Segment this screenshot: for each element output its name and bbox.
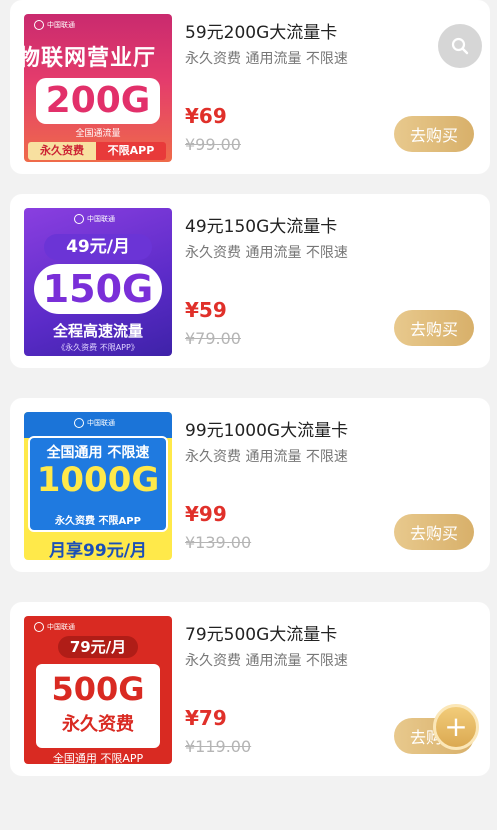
- product-title[interactable]: 99元1000G大流量卡: [185, 416, 348, 441]
- buy-button[interactable]: 去购买: [394, 116, 474, 152]
- product-title[interactable]: 59元200G大流量卡: [185, 18, 337, 43]
- product-image[interactable]: 中国联通 49元/月 150G 全程高速流量 《永久资费 不限APP》: [24, 208, 172, 356]
- buy-button[interactable]: 去购买: [394, 514, 474, 550]
- product-price: ¥99: [185, 502, 227, 526]
- product-description: 永久资费 通用流量 不限速: [185, 245, 348, 261]
- product-card[interactable]: 中国联通 49元/月 150G 全程高速流量 《永久资费 不限APP》 49元1…: [10, 194, 490, 368]
- thumb-data-amount: 1000G: [36, 460, 160, 500]
- thumb-subtitle: 永久资费: [62, 714, 134, 735]
- unicom-logo: 中国联通: [34, 20, 75, 30]
- product-image[interactable]: 中国联通 全国通用 不限速 1000G 永久资费 不限APP 月享99元/月: [24, 412, 172, 560]
- product-title[interactable]: 79元500G大流量卡: [185, 620, 337, 645]
- unicom-logo: 中国联通: [34, 622, 75, 632]
- search-icon: [451, 37, 469, 55]
- thumb-monthly-price: 49元/月: [44, 234, 152, 260]
- original-price: ¥79.00: [185, 329, 241, 348]
- thumb-note: 《永久资费 不限APP》: [57, 343, 139, 352]
- add-button[interactable]: +: [433, 704, 479, 750]
- thumb-line1: 全国通用 不限速: [46, 445, 150, 461]
- thumb-tag-left: 永久资费: [28, 142, 96, 160]
- original-price: ¥139.00: [185, 533, 252, 552]
- product-title[interactable]: 49元150G大流量卡: [185, 212, 337, 237]
- thumb-monthly-price: 79元/月: [58, 636, 138, 658]
- product-list: 中国联通 物联网营业厅 200G 全国通流量 永久资费 不限APP 59元200…: [0, 0, 497, 830]
- thumb-footer: 全国通用 不限APP: [52, 752, 144, 764]
- unicom-logo: 中国联通: [74, 214, 115, 224]
- product-price: ¥69: [185, 104, 227, 128]
- product-description: 永久资费 通用流量 不限速: [185, 653, 348, 669]
- thumb-data-amount: 200G: [36, 78, 160, 124]
- original-price: ¥99.00: [185, 135, 241, 154]
- unicom-logo: 中国联通: [74, 418, 115, 428]
- product-card[interactable]: 中国联通 全国通用 不限速 1000G 永久资费 不限APP 月享99元/月 9…: [10, 398, 490, 572]
- thumb-banner: 物联网营业厅: [24, 46, 157, 71]
- plus-icon: +: [444, 710, 468, 743]
- thumb-line3: 永久资费 不限APP: [55, 516, 141, 527]
- buy-button[interactable]: 去购买: [394, 310, 474, 346]
- search-button[interactable]: [438, 24, 482, 68]
- thumb-monthly-price: 月享99元/月: [49, 541, 147, 560]
- product-card[interactable]: 中国联通 物联网营业厅 200G 全国通流量 永久资费 不限APP 59元200…: [10, 0, 490, 174]
- product-price: ¥79: [185, 706, 227, 730]
- product-card[interactable]: 中国联通 79元/月 500G 永久资费 全国通用 不限APP 79元500G大…: [10, 602, 490, 776]
- thumb-subtitle: 全国通流量: [75, 129, 121, 139]
- original-price: ¥119.00: [185, 737, 252, 756]
- product-image[interactable]: 中国联通 79元/月 500G 永久资费 全国通用 不限APP: [24, 616, 172, 764]
- thumb-tag-right: 不限APP: [96, 142, 166, 160]
- thumb-data-amount: 500G: [51, 670, 145, 708]
- thumb-data-amount: 150G: [34, 264, 162, 314]
- product-price: ¥59: [185, 298, 227, 322]
- thumb-subtitle: 全程高速流量: [52, 322, 143, 340]
- product-description: 永久资费 通用流量 不限速: [185, 449, 348, 465]
- product-description: 永久资费 通用流量 不限速: [185, 51, 348, 67]
- product-image[interactable]: 中国联通 物联网营业厅 200G 全国通流量 永久资费 不限APP: [24, 14, 172, 162]
